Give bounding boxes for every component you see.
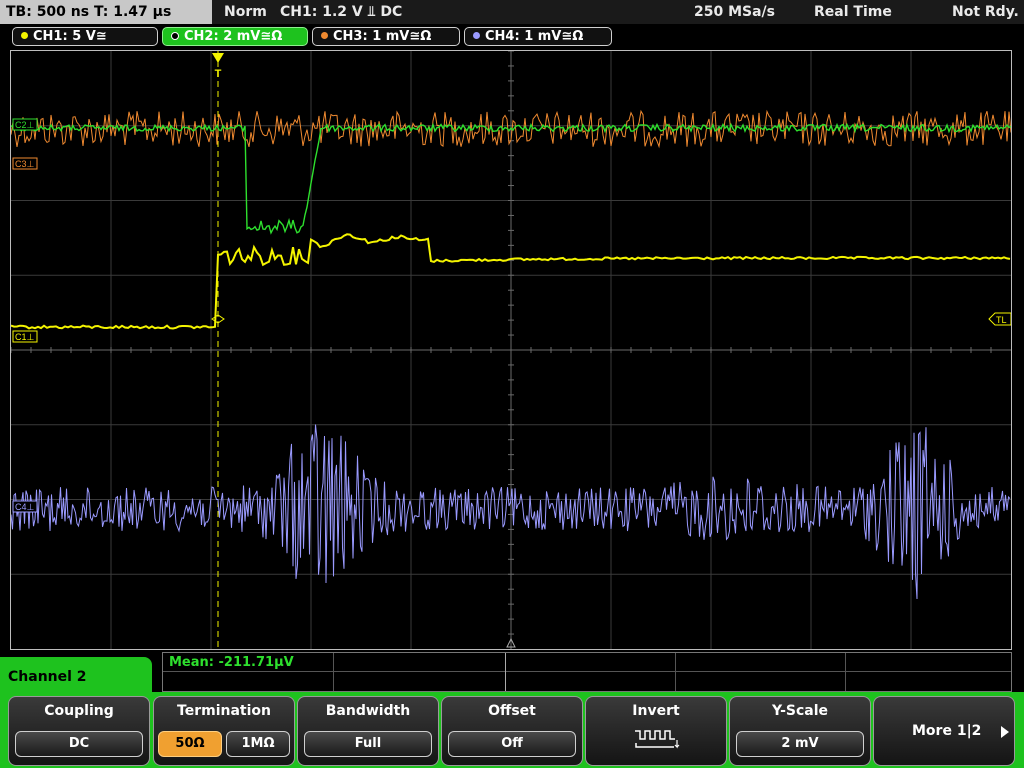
ch1-tab-label: CH1: 5 V≅ [33,29,107,44]
measurement-center-line [505,653,506,691]
square-wave-icon [635,730,680,749]
c4-reference-marker: C4⊥ [12,500,38,513]
channel-tab-row: CH1: 5 V≅ CH2: 2 mV≅Ω CH3: 1 mV≅Ω CH4: 1… [0,24,1024,48]
coupling-softkey[interactable]: Coupling DC [8,696,150,766]
channel-tab-ch1[interactable]: CH1: 5 V≅ [12,27,158,46]
trigger-position-label: T [215,68,222,80]
c2-marker-label: C2⊥ [15,120,35,130]
ch3-color-dot [321,32,328,39]
invert-softkey[interactable]: Invert [585,696,727,766]
c1-marker-label: C1⊥ [15,332,35,342]
c3-marker-label: C3⊥ [15,159,35,169]
ch4-color-dot [473,32,480,39]
measurement-panel[interactable]: Mean: -211.71µV [162,652,1012,692]
measurement-column-divider [845,653,846,691]
trigger-source[interactable]: CH1: 1.2 V ⫫ DC [280,0,402,24]
channel-tab-ch3[interactable]: CH3: 1 mV≅Ω [312,27,460,46]
status-bar: TB: 500 ns T: 1.47 µs Norm CH1: 1.2 V ⫫ … [0,0,1024,24]
offset-softkey[interactable]: Offset Off [441,696,583,766]
measurement-divider [163,671,1011,672]
trigger-level-marker: TL [988,312,1011,326]
channel-tab-ch2[interactable]: CH2: 2 mV≅Ω [162,27,308,46]
ch2-tab-label: CH2: 2 mV≅Ω [184,29,283,44]
offset-label: Offset [488,703,536,719]
ch1-color-dot [21,32,28,39]
yscale-softkey[interactable]: Y-Scale 2 mV [729,696,871,766]
termination-1mohm-button[interactable]: 1MΩ [226,731,290,757]
c1-reference-marker: C1⊥ [12,330,38,343]
termination-label: Termination [177,703,271,719]
menu-title: Channel 2 [0,657,152,697]
play-right-icon [1001,726,1009,738]
measurement-column-divider [333,653,334,691]
trigger-mode[interactable]: Norm [224,0,267,24]
invert-label: Invert [632,703,680,719]
more-softkey[interactable]: More 1|2 [873,696,1015,766]
mean-measurement: Mean: -211.71µV [169,655,294,670]
termination-softkey[interactable]: Termination 50Ω 1MΩ [153,696,295,766]
ready-status: Not Rdy. [952,4,1019,20]
termination-50ohm-button[interactable]: 50Ω [158,731,222,757]
ch2-color-dot [171,31,179,40]
bandwidth-label: Bandwidth [325,703,411,719]
bandwidth-value-button[interactable]: Full [304,731,432,757]
sample-rate: 250 MSa/s [694,4,776,20]
waveform-display[interactable]: T C3⊥ C2⊥ C1⊥ C4⊥ TL [10,50,1012,650]
timebase-readout[interactable]: TB: 500 ns T: 1.47 µs [0,0,212,24]
yscale-label: Y-Scale [771,703,828,719]
c2-reference-marker: C2⊥ [12,118,38,131]
yscale-value-button[interactable]: 2 mV [736,731,864,757]
waveform-canvas: T C3⊥ C2⊥ C1⊥ C4⊥ TL [11,51,1011,649]
trigger-level-label: TL [996,315,1007,325]
ch4-tab-label: CH4: 1 mV≅Ω [485,29,584,44]
c3-reference-marker: C3⊥ [12,157,38,170]
measurement-column-divider [675,653,676,691]
coupling-value-button[interactable]: DC [15,731,143,757]
offset-value-button[interactable]: Off [448,731,576,757]
bandwidth-softkey[interactable]: Bandwidth Full [297,696,439,766]
channel-tab-ch4[interactable]: CH4: 1 mV≅Ω [464,27,612,46]
coupling-label: Coupling [44,703,114,719]
more-label: More 1|2 [912,723,982,739]
c4-marker-label: C4⊥ [15,502,35,512]
acquisition-mode[interactable]: Real Time [814,0,892,24]
ch3-tab-label: CH3: 1 mV≅Ω [333,29,432,44]
